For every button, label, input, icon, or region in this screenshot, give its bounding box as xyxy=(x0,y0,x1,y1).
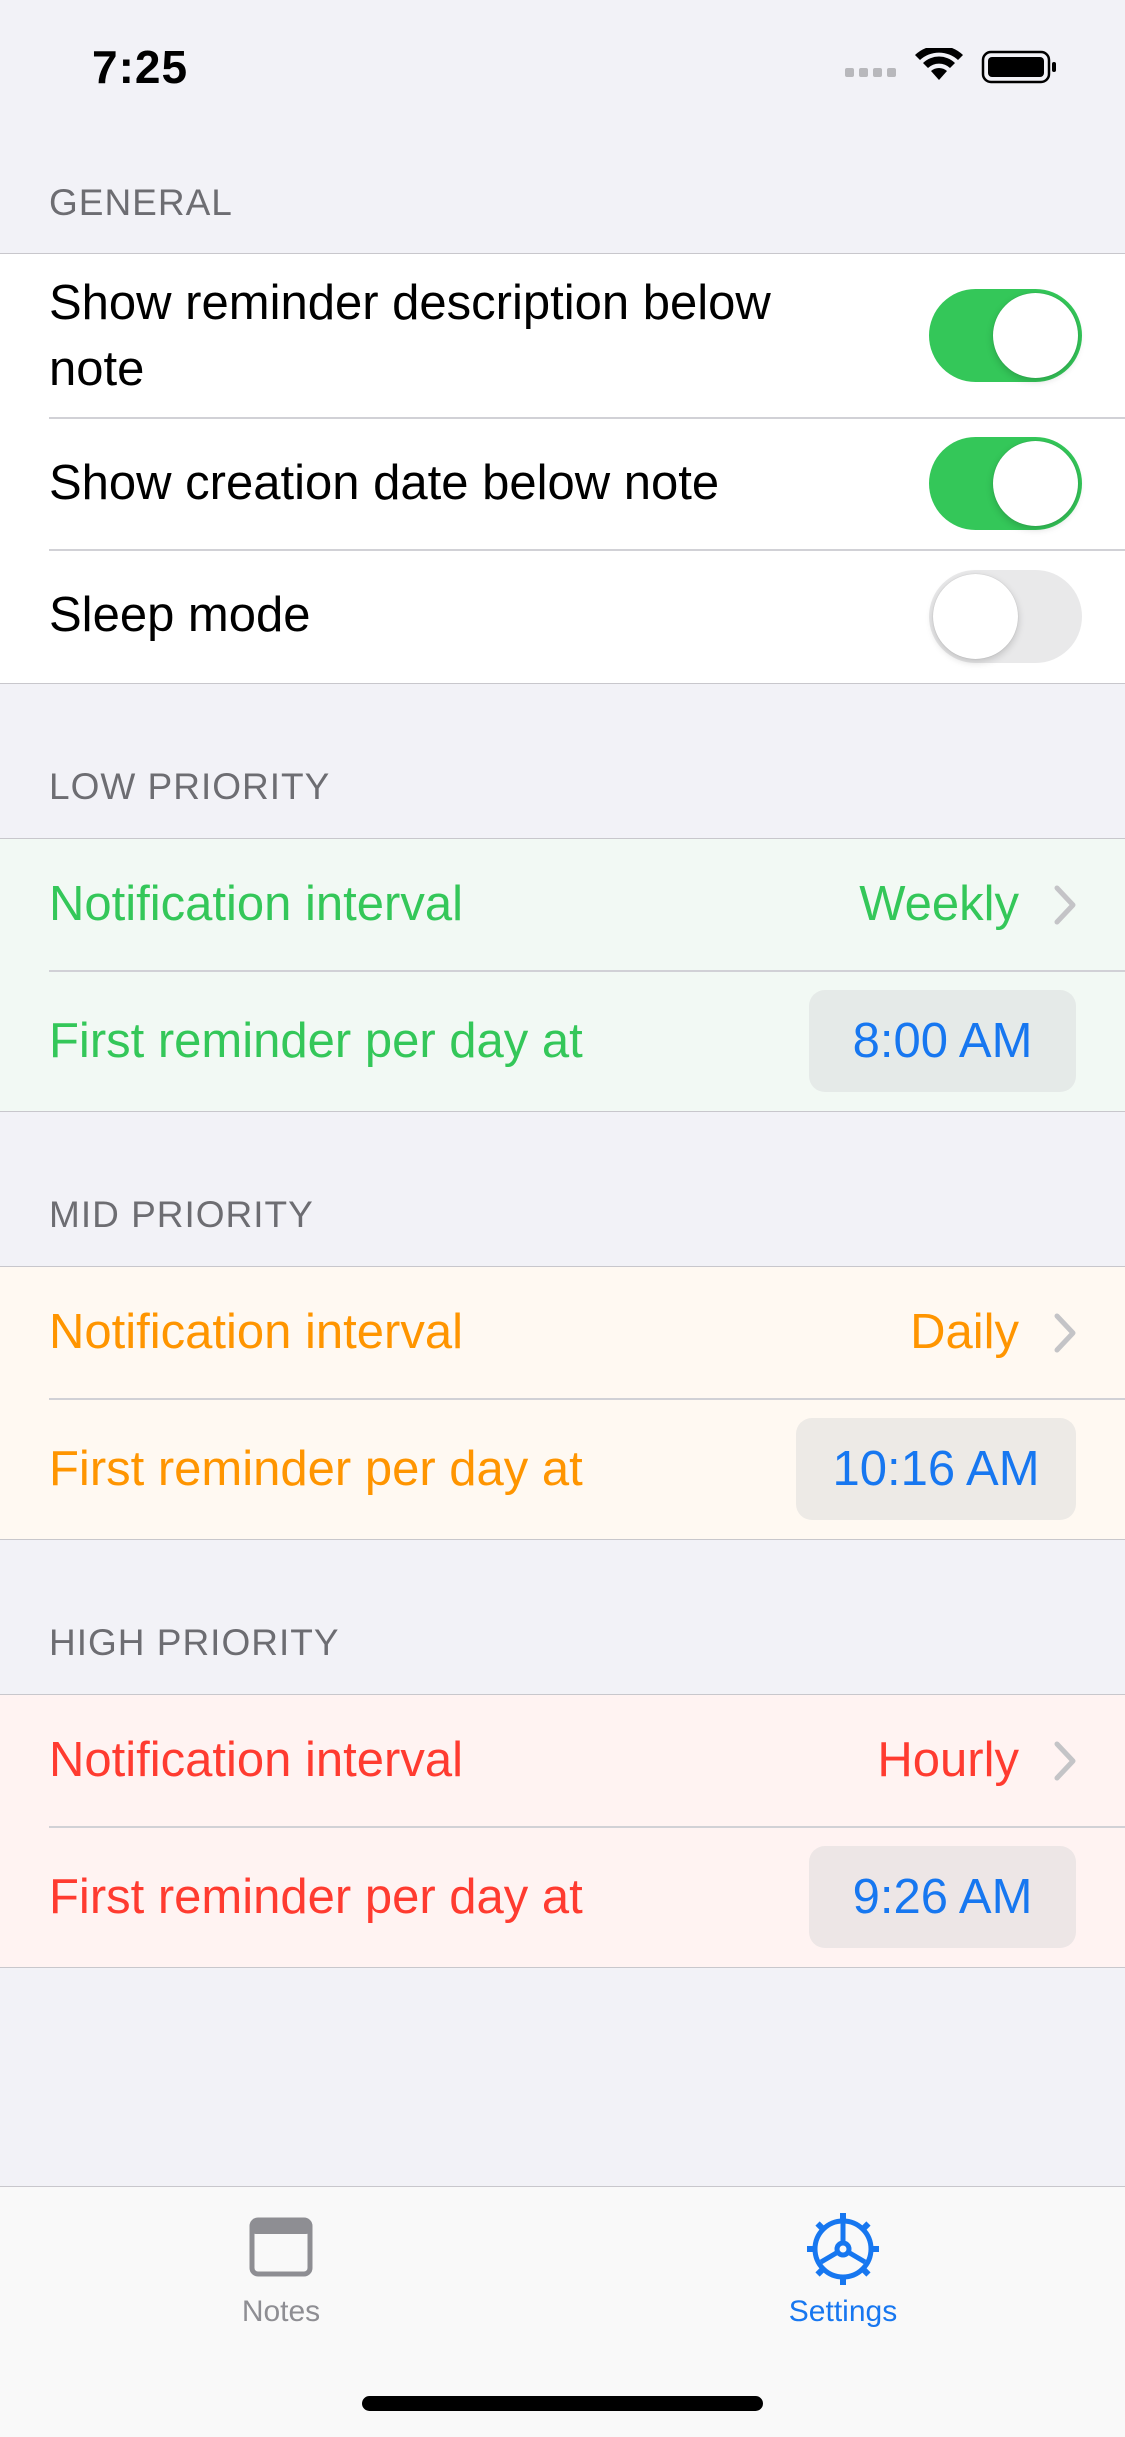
high-interval-row[interactable]: Notification interval Hourly xyxy=(0,1695,1125,1826)
cellular-signal-icon xyxy=(845,68,896,77)
low-interval-value: Weekly xyxy=(859,877,1019,931)
mid-first-reminder-label: First reminder per day at xyxy=(49,1442,583,1496)
mid-first-reminder-row: First reminder per day at 10:16 AM xyxy=(0,1399,1125,1539)
chevron-right-icon xyxy=(1054,885,1076,925)
mid-priority-group: Notification interval Daily First remind… xyxy=(0,1266,1125,1540)
high-interval-value: Hourly xyxy=(877,1733,1019,1787)
high-priority-group: Notification interval Hourly First remin… xyxy=(0,1694,1125,1968)
low-interval-label: Notification interval xyxy=(49,877,463,931)
high-first-reminder-row: First reminder per day at 9:26 AM xyxy=(0,1827,1125,1967)
sleep-mode-row: Sleep mode xyxy=(0,550,1125,683)
tab-notes-label: Notes xyxy=(241,2295,321,2328)
low-priority-group: Notification interval Weekly First remin… xyxy=(0,838,1125,1112)
high-interval-label: Notification interval xyxy=(49,1733,463,1787)
show-description-label: Show reminder description below note xyxy=(49,276,771,396)
low-first-reminder-row: First reminder per day at 8:00 AM xyxy=(0,971,1125,1111)
low-time-picker[interactable]: 8:00 AM xyxy=(809,990,1076,1092)
sleep-mode-label: Sleep mode xyxy=(49,588,311,642)
high-first-reminder-label: First reminder per day at xyxy=(49,1870,583,1924)
high-time-picker[interactable]: 9:26 AM xyxy=(809,1846,1076,1948)
home-indicator xyxy=(362,2396,763,2411)
mid-interval-value: Daily xyxy=(910,1305,1019,1359)
mid-interval-label: Notification interval xyxy=(49,1305,463,1359)
general-group: Show reminder description below note Sho… xyxy=(0,253,1125,684)
low-first-reminder-label: First reminder per day at xyxy=(49,1014,583,1068)
status-time: 7:25 xyxy=(92,41,189,93)
show-description-toggle[interactable] xyxy=(929,289,1082,382)
mid-priority-section-header: MID PRIORITY xyxy=(49,1194,314,1235)
sleep-mode-toggle[interactable] xyxy=(929,570,1082,663)
window-icon xyxy=(249,2217,313,2277)
mid-interval-row[interactable]: Notification interval Daily xyxy=(0,1267,1125,1398)
low-priority-section-header: LOW PRIORITY xyxy=(49,766,331,807)
mid-time-picker[interactable]: 10:16 AM xyxy=(796,1418,1076,1520)
show-creation-date-toggle[interactable] xyxy=(929,437,1082,530)
high-priority-section-header: HIGH PRIORITY xyxy=(49,1622,340,1663)
show-creation-date-row: Show creation date below note xyxy=(0,418,1125,549)
general-section-header: GENERAL xyxy=(49,182,233,223)
show-description-row: Show reminder description below note xyxy=(0,254,1125,417)
tab-notes[interactable]: Notes xyxy=(131,2187,431,2347)
tab-settings-label: Settings xyxy=(788,2295,898,2328)
battery-icon xyxy=(981,50,1056,84)
status-bar: 7:25 xyxy=(0,0,1125,140)
status-icons xyxy=(845,48,1056,84)
low-interval-row[interactable]: Notification interval Weekly xyxy=(0,839,1125,970)
chevron-right-icon xyxy=(1054,1313,1076,1353)
wifi-icon xyxy=(915,48,963,80)
chevron-right-icon xyxy=(1054,1741,1076,1781)
tab-settings[interactable]: Settings xyxy=(693,2187,993,2347)
gear-icon xyxy=(807,2213,879,2285)
show-creation-date-label: Show creation date below note xyxy=(49,456,720,510)
